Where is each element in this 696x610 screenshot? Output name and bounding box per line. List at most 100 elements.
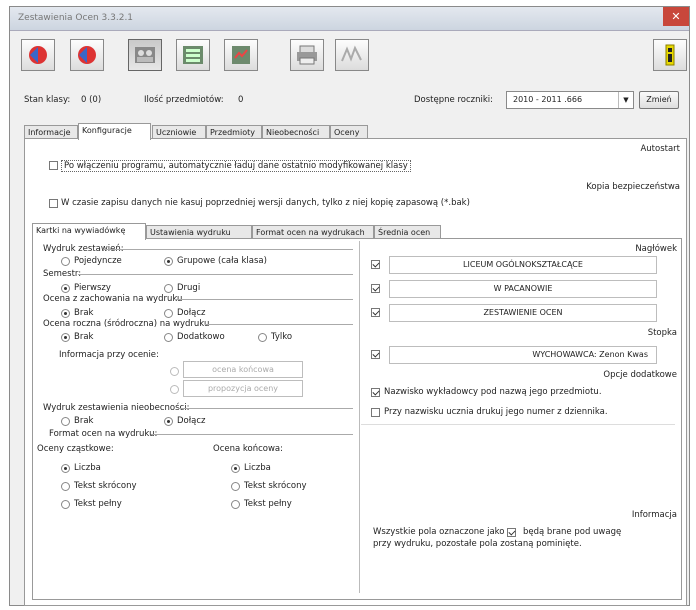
radio-drugi[interactable] <box>164 284 173 293</box>
tab-nieobecnosci[interactable]: Nieobecności <box>262 125 330 139</box>
naglowek2-field[interactable]: W PACANOWIE <box>389 280 657 298</box>
radio-grupowe[interactable] <box>164 257 173 266</box>
autostart-label: Autostart <box>640 144 680 154</box>
naglowek3-field[interactable]: ZESTAWIENIE OCEN <box>389 304 657 322</box>
radio-nieob-brak-label[interactable]: Brak <box>74 416 93 426</box>
stopka-checkbox[interactable] <box>371 350 380 359</box>
open-class-button[interactable] <box>21 39 55 71</box>
zachowanie-label: Ocena z zachowania na wydruku <box>43 294 183 304</box>
subtab-kartki[interactable]: Kartki na wywiadówkę <box>32 223 146 240</box>
radio-cz-skrocony-label[interactable]: Tekst skrócony <box>74 481 137 491</box>
roczna-label: Ocena roczna (śródroczna) na wydruku <box>43 319 210 329</box>
radio-roczna-dodatkowo-label[interactable]: Dodatkowo <box>177 332 225 342</box>
info-text-2: będą brane pod uwagę <box>523 527 622 537</box>
report-button[interactable] <box>224 39 258 71</box>
years-select[interactable]: 2010 - 2011 .666 ▼ <box>506 91 634 109</box>
radio-zach-dolacz-label[interactable]: Dołącz <box>177 308 206 318</box>
radio-pojedyncze-label[interactable]: Pojedyncze <box>74 256 122 266</box>
info-icon <box>665 44 675 66</box>
ocena-koncowa-field[interactable]: ocena końcowa <box>183 361 303 378</box>
opcja1-label[interactable]: Nazwisko wykładowcy pod nazwą jego przed… <box>384 387 602 397</box>
radio-nieob-dolacz[interactable] <box>164 417 173 426</box>
naglowek1-field[interactable]: LICEUM OGÓLNOKSZTAŁCĄCE <box>389 256 657 274</box>
autostart-checkbox[interactable] <box>49 161 58 170</box>
radio-roczna-tylko[interactable] <box>258 333 267 342</box>
radio-grupowe-label[interactable]: Grupowe (cała klasa) <box>177 256 267 266</box>
radio-nieob-brak[interactable] <box>61 417 70 426</box>
naglowek3-checkbox[interactable] <box>371 308 380 317</box>
radio-nieob-dolacz-label[interactable]: Dołącz <box>177 416 206 426</box>
save-class-button[interactable] <box>70 39 104 71</box>
backup-checkbox-label[interactable]: W czasie zapisu danych nie kasuj poprzed… <box>61 198 470 208</box>
radio-ocena-koncowa[interactable] <box>170 367 179 376</box>
close-icon[interactable]: ✕ <box>663 7 689 26</box>
tab-oceny[interactable]: Oceny <box>330 125 368 139</box>
radio-roczna-brak-label[interactable]: Brak <box>74 332 93 342</box>
radio-cz-liczba-label[interactable]: Liczba <box>74 463 101 473</box>
subtab-format[interactable]: Format ocen na wydrukach <box>252 225 374 239</box>
radio-propozycja[interactable] <box>170 385 179 394</box>
info-text-3: przy wydruku, pozostałe pola zostaną pom… <box>373 539 582 549</box>
naglowek-label: Nagłówek <box>635 244 677 254</box>
opcje-label: Opcje dodatkowe <box>603 370 677 380</box>
radio-ko-liczba[interactable] <box>231 464 240 473</box>
tab-przedmioty[interactable]: Przedmioty <box>206 125 262 139</box>
change-year-button[interactable]: Zmień <box>639 91 679 109</box>
radio-ko-pelny-label[interactable]: Tekst pełny <box>244 499 292 509</box>
class-button[interactable] <box>128 39 162 71</box>
radio-cz-pelny-label[interactable]: Tekst pełny <box>74 499 122 509</box>
radio-drugi-label[interactable]: Drugi <box>177 283 200 293</box>
sign-button[interactable] <box>335 39 369 71</box>
tab-uczniowie[interactable]: Uczniowie <box>152 125 206 139</box>
radio-zach-dolacz[interactable] <box>164 309 173 318</box>
radio-cz-liczba[interactable] <box>61 464 70 473</box>
sign-icon <box>341 45 362 62</box>
radio-ko-liczba-label[interactable]: Liczba <box>244 463 271 473</box>
radio-ko-skrocony[interactable] <box>231 482 240 491</box>
radio-pierwszy-label[interactable]: Pierwszy <box>74 283 111 293</box>
radio-ko-pelny[interactable] <box>231 500 240 509</box>
tab-konfiguracje[interactable]: Konfiguracje <box>78 123 151 140</box>
naglowek2-checkbox[interactable] <box>371 284 380 293</box>
opcja2-checkbox[interactable] <box>371 408 380 417</box>
divider <box>175 299 353 300</box>
info-sample-checkbox <box>507 528 516 537</box>
subtab-ustawienia[interactable]: Ustawienia wydruku <box>146 225 252 239</box>
stopka-field[interactable]: WYCHOWAWCA: Zenon Kwas <box>389 346 657 364</box>
app-window: Zestawienia Ocen 3.3.2.1 ✕ Stan klasy: 0… <box>9 6 690 606</box>
tab-informacje[interactable]: Informacje <box>24 125 78 139</box>
opcja2-label[interactable]: Przy nazwisku ucznia drukuj jego numer z… <box>384 407 608 417</box>
naglowek1-checkbox[interactable] <box>371 260 380 269</box>
table-button[interactable] <box>176 39 210 71</box>
stopka-label: Stopka <box>647 328 677 338</box>
column-divider <box>359 241 360 593</box>
radio-cz-skrocony[interactable] <box>61 482 70 491</box>
koncowa-label: Ocena końcowa: <box>213 444 283 454</box>
semestr-label: Semestr: <box>43 269 82 279</box>
radio-zach-brak[interactable] <box>61 309 70 318</box>
divider <box>103 249 353 250</box>
info-text-1: Wszystkie pola oznaczone jako <box>373 527 505 537</box>
backup-checkbox[interactable] <box>49 199 58 208</box>
autostart-checkbox-label[interactable]: Po włączeniu programu, automatycznie ład… <box>61 160 411 172</box>
subtab-srednia[interactable]: Średnia ocen <box>374 225 441 239</box>
radio-roczna-tylko-label[interactable]: Tylko <box>271 332 292 342</box>
czastkowe-label: Oceny cząstkowe: <box>37 444 114 454</box>
toolbar <box>10 31 689 75</box>
propozycja-field[interactable]: propozycja oceny <box>183 380 303 397</box>
backup-label: Kopia bezpieczeństwa <box>586 182 680 192</box>
radio-zach-brak-label[interactable]: Brak <box>74 308 93 318</box>
radio-roczna-dodatkowo[interactable] <box>164 333 173 342</box>
opcja1-checkbox[interactable] <box>371 388 380 397</box>
info-button[interactable] <box>653 39 687 71</box>
title-bar: Zestawienia Ocen 3.3.2.1 ✕ <box>10 7 689 31</box>
record-red-icon <box>29 46 47 64</box>
divider <box>78 274 353 275</box>
radio-roczna-brak[interactable] <box>61 333 70 342</box>
radio-pojedyncze[interactable] <box>61 257 70 266</box>
chevron-down-icon[interactable]: ▼ <box>618 92 633 108</box>
print-button[interactable] <box>290 39 324 71</box>
radio-cz-pelny[interactable] <box>61 500 70 509</box>
radio-pierwszy[interactable] <box>61 284 70 293</box>
radio-ko-skrocony-label[interactable]: Tekst skrócony <box>244 481 307 491</box>
